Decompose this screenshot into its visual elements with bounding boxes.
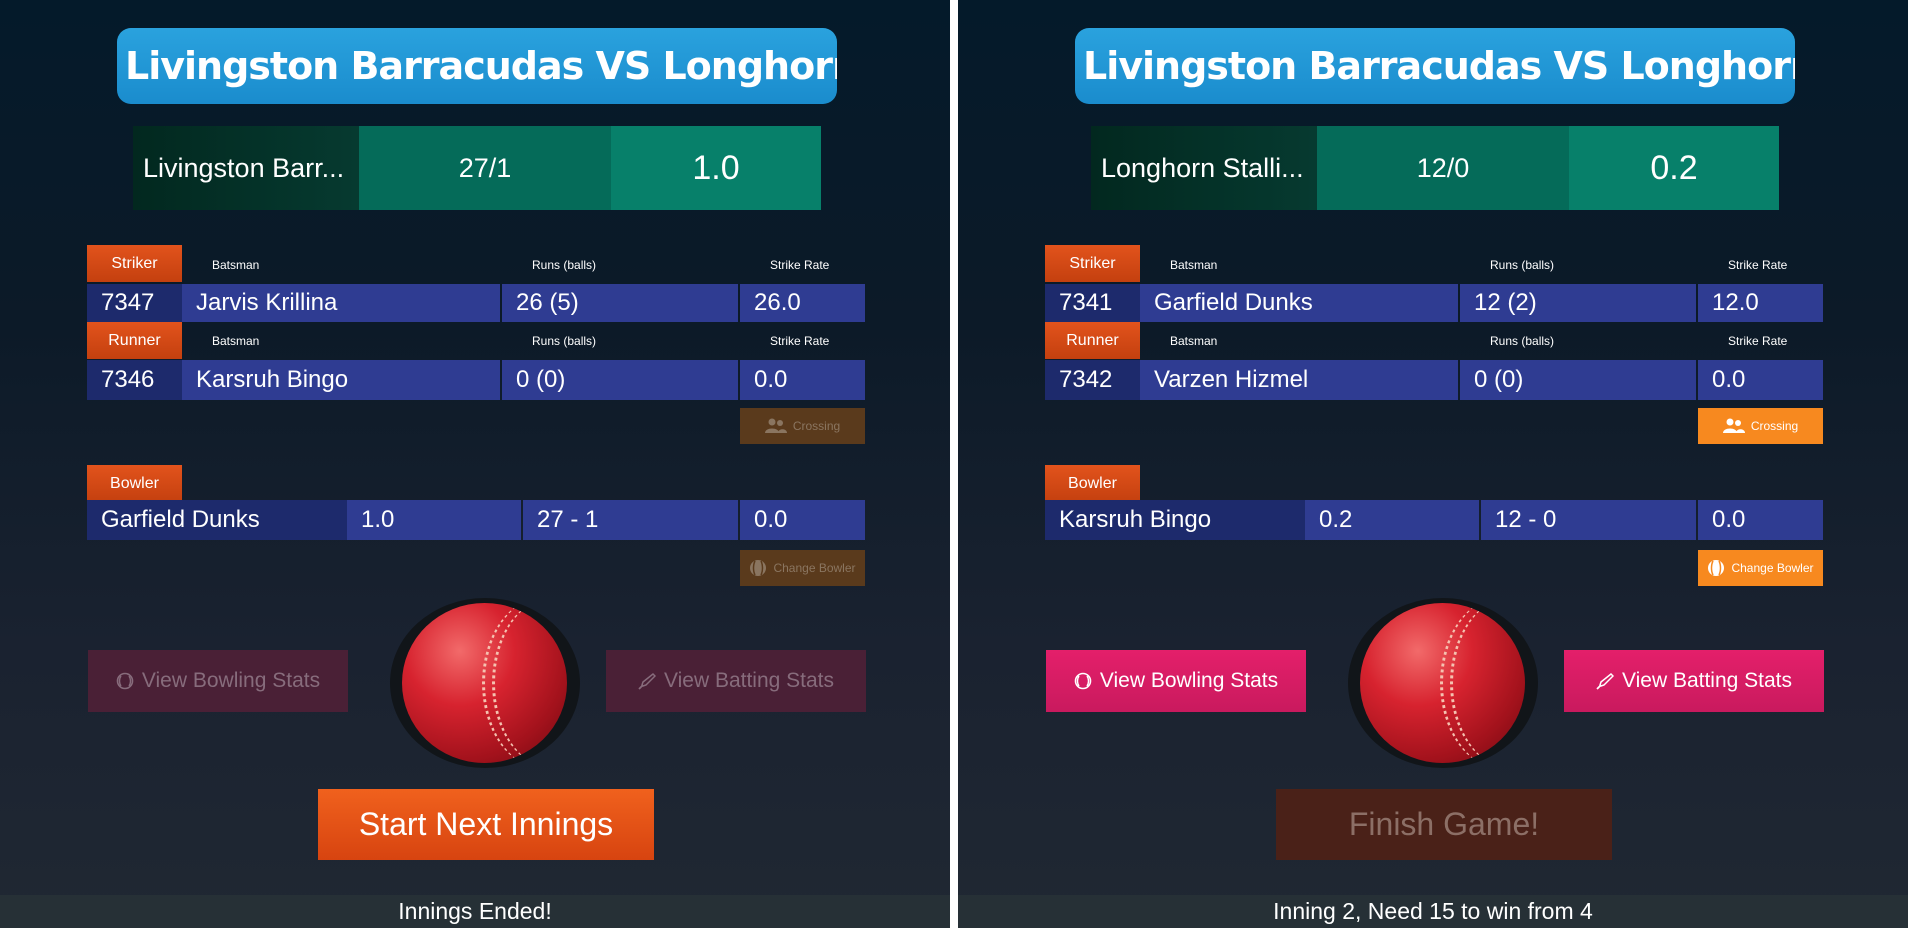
batsman-header: Batsman [212, 258, 260, 272]
striker-id: 7341 [1045, 284, 1140, 322]
view-batting-stats-button[interactable]: View Batting Stats [1564, 650, 1824, 712]
view-bowling-stats-button[interactable]: View Bowling Stats [1046, 650, 1306, 712]
scorer-panel-right: Livingston Barracudas VS Longhorn S... L… [958, 0, 1908, 928]
cricket-bat-icon [638, 672, 656, 690]
scorer-panel-left: Livingston Barracudas VS Longhorn S... L… [0, 0, 950, 928]
ball-icon [749, 559, 767, 577]
runner-name: Karsruh Bingo [182, 360, 500, 400]
striker-name: Jarvis Krillina [182, 284, 500, 322]
ball-icon [1707, 559, 1725, 577]
runner-row[interactable]: 7342 Varzen Hizmel 0 (0) 0.0 [1045, 360, 1823, 400]
crossing-button[interactable]: Crossing [1698, 408, 1823, 444]
users-icon [764, 418, 787, 434]
match-title: Livingston Barracudas VS Longhorn S... [117, 28, 837, 104]
team-overs: 0.2 [1569, 126, 1779, 210]
strike-rate-header: Strike Rate [770, 258, 830, 272]
runner-id: 7346 [87, 360, 182, 400]
cricket-ball-icon [402, 603, 567, 763]
bowler-row[interactable]: Karsruh Bingo 0.2 12 - 0 0.0 [1045, 500, 1823, 540]
status-bar: Innings Ended! [0, 895, 950, 928]
bowl-ball-button[interactable] [1348, 598, 1538, 768]
batting-team-name: Livingston Barr... [133, 126, 359, 210]
scoreboard: Longhorn Stalli... 12/0 0.2 [1091, 126, 1779, 210]
bowler-name: Garfield Dunks [87, 500, 347, 540]
striker-runs: 26 (5) [502, 284, 738, 322]
strike-rate-header: Strike Rate [770, 334, 830, 348]
runner-tag: Runner [1045, 322, 1140, 359]
finish-game-button[interactable]: Finish Game! [1276, 789, 1612, 860]
scoreboard: Livingston Barr... 27/1 1.0 [133, 126, 821, 210]
bowler-row[interactable]: Garfield Dunks 1.0 27 - 1 0.0 [87, 500, 865, 540]
runs-balls-header: Runs (balls) [1490, 334, 1555, 348]
runner-tag: Runner [87, 322, 182, 359]
change-bowler-label: Change Bowler [773, 561, 856, 575]
striker-id: 7347 [87, 284, 182, 322]
runner-strike-rate: 0.0 [740, 360, 865, 400]
bowler-tag: Bowler [1045, 465, 1140, 502]
crossing-label: Crossing [792, 419, 841, 433]
users-icon [1722, 418, 1745, 434]
striker-row[interactable]: 7341 Garfield Dunks 12 (2) 12.0 [1045, 284, 1823, 322]
change-bowler-button[interactable]: Change Bowler [1698, 550, 1823, 586]
view-batting-stats-label: View Batting Stats [663, 669, 835, 692]
cricket-ball-icon [1360, 603, 1525, 763]
strike-rate-header: Strike Rate [1728, 258, 1788, 272]
batsman-header: Batsman [1170, 258, 1218, 272]
striker-tag: Striker [87, 245, 182, 282]
team-overs: 1.0 [611, 126, 821, 210]
bowler-name: Karsruh Bingo [1045, 500, 1305, 540]
striker-runs: 12 (2) [1460, 284, 1696, 322]
cricket-bat-icon [1596, 672, 1614, 690]
runner-name: Varzen Hizmel [1140, 360, 1458, 400]
striker-strike-rate: 26.0 [740, 284, 865, 322]
view-bowling-stats-label: View Bowling Stats [1099, 669, 1279, 692]
runner-runs: 0 (0) [502, 360, 738, 400]
bowl-ball-button[interactable] [390, 598, 580, 768]
runner-id: 7342 [1045, 360, 1140, 400]
view-bowling-stats-label: View Bowling Stats [141, 669, 321, 692]
cricket-ball-icon [116, 672, 134, 690]
crossing-label: Crossing [1750, 419, 1799, 433]
view-batting-stats-label: View Batting Stats [1621, 669, 1793, 692]
bowler-economy: 0.0 [1698, 500, 1823, 540]
runs-balls-header: Runs (balls) [532, 258, 597, 272]
striker-name: Garfield Dunks [1140, 284, 1458, 322]
striker-tag: Striker [1045, 245, 1140, 282]
batting-team-name: Longhorn Stalli... [1091, 126, 1317, 210]
batsman-header: Batsman [212, 334, 260, 348]
view-bowling-stats-button[interactable]: View Bowling Stats [88, 650, 348, 712]
striker-row[interactable]: 7347 Jarvis Krillina 26 (5) 26.0 [87, 284, 865, 322]
batsman-header: Batsman [1170, 334, 1218, 348]
start-next-innings-button[interactable]: Start Next Innings [318, 789, 654, 860]
bowler-figures: 27 - 1 [523, 500, 738, 540]
runs-balls-header: Runs (balls) [1490, 258, 1555, 272]
match-title: Livingston Barracudas VS Longhorn S... [1075, 28, 1795, 104]
bowler-overs: 1.0 [347, 500, 521, 540]
runner-row[interactable]: 7346 Karsruh Bingo 0 (0) 0.0 [87, 360, 865, 400]
runner-runs: 0 (0) [1460, 360, 1696, 400]
team-score: 27/1 [359, 126, 611, 210]
panel-divider [950, 0, 958, 928]
change-bowler-label: Change Bowler [1731, 561, 1814, 575]
bowler-tag: Bowler [87, 465, 182, 502]
runner-strike-rate: 0.0 [1698, 360, 1823, 400]
striker-strike-rate: 12.0 [1698, 284, 1823, 322]
cricket-ball-icon [1074, 672, 1092, 690]
crossing-button[interactable]: Crossing [740, 408, 865, 444]
bowler-economy: 0.0 [740, 500, 865, 540]
bowler-figures: 12 - 0 [1481, 500, 1696, 540]
view-batting-stats-button[interactable]: View Batting Stats [606, 650, 866, 712]
status-bar: Inning 2, Need 15 to win from 4 [958, 895, 1908, 928]
strike-rate-header: Strike Rate [1728, 334, 1788, 348]
bowler-overs: 0.2 [1305, 500, 1479, 540]
team-score: 12/0 [1317, 126, 1569, 210]
change-bowler-button[interactable]: Change Bowler [740, 550, 865, 586]
runs-balls-header: Runs (balls) [532, 334, 597, 348]
